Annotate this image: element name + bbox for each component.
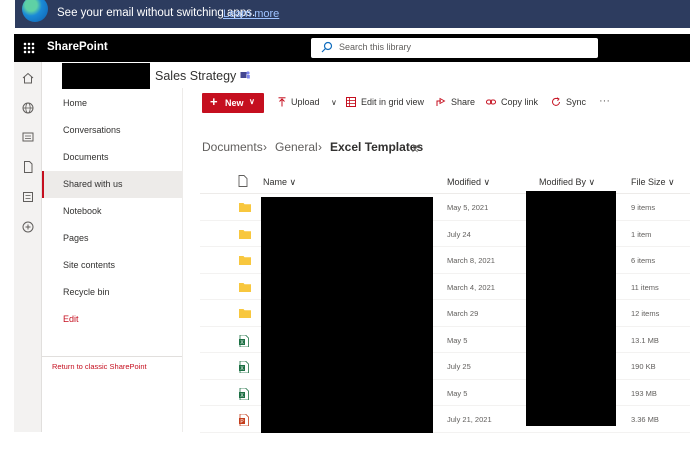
column-header-file-size[interactable]: File Size ∨ — [631, 177, 675, 188]
site-title[interactable]: Sales Strategy — [155, 69, 236, 83]
column-header-name[interactable]: Name ∨ — [263, 177, 296, 188]
link-icon — [486, 99, 496, 105]
file-type-header-icon[interactable] — [238, 175, 248, 187]
size-cell: 11 items — [631, 282, 659, 292]
nav-border — [182, 88, 183, 432]
breadcrumb-chevron-icon: › — [263, 140, 267, 154]
sync-button[interactable]: Sync — [566, 97, 586, 107]
folder-icon — [239, 256, 251, 265]
folder-icon — [239, 282, 251, 292]
search-box[interactable]: Search this library — [311, 38, 598, 58]
modified-cell: July 24 — [447, 229, 471, 239]
news-icon[interactable] — [21, 130, 35, 144]
copy-link-button[interactable]: Copy link — [501, 97, 538, 107]
modified-cell: May 5 — [447, 388, 468, 398]
nav-item-edit[interactable]: Edit — [42, 306, 182, 333]
promo-edge — [0, 0, 15, 28]
nav-divider — [42, 356, 182, 357]
share-button[interactable]: Share — [451, 97, 475, 107]
column-header-modified[interactable]: Modified ∨ — [447, 177, 490, 188]
globe-icon[interactable] — [21, 101, 35, 115]
modified-cell: July 21, 2021 — [447, 415, 492, 424]
modified-cell: March 29 — [447, 309, 479, 318]
search-icon — [321, 41, 333, 53]
size-cell: 9 items — [631, 203, 656, 212]
return-to-classic-link[interactable]: Return to classic SharePoint — [52, 362, 147, 371]
modified-cell: March 4, 2021 — [447, 282, 495, 292]
nav-item-documents[interactable]: Documents — [42, 144, 182, 171]
upload-button[interactable]: Upload — [291, 97, 320, 107]
excel-file-icon: X — [239, 334, 249, 347]
search-placeholder: Search this library — [339, 42, 412, 52]
breadcrumb-chevron-icon: › — [318, 140, 322, 154]
redacted-file-names — [261, 197, 433, 433]
plus-icon: + — [210, 94, 218, 109]
breadcrumb-excel-templates: Excel Templates — [330, 140, 424, 154]
edge-browser-logo — [22, 0, 48, 22]
upload-chevron-icon[interactable]: ∨ — [331, 98, 337, 107]
size-cell: 12 items — [631, 309, 660, 318]
modified-cell: March 8, 2021 — [447, 256, 495, 265]
edit-in-grid-view-button[interactable]: Edit in grid view — [361, 97, 424, 107]
nav-item-conversations[interactable]: Conversations — [42, 117, 182, 144]
share-icon — [436, 97, 446, 106]
modified-cell: May 5, 2021 — [447, 203, 489, 212]
modified-cell: May 5 — [447, 335, 468, 345]
size-cell: 193 MB — [631, 388, 657, 398]
nav-item-notebook[interactable]: Notebook — [42, 198, 182, 225]
column-header-name-label: Name — [263, 177, 288, 187]
shared-people-icon[interactable] — [412, 144, 421, 153]
suite-bar: SharePoint Search this library — [14, 34, 690, 62]
size-cell: 13.1 MB — [631, 335, 659, 345]
lists-icon[interactable] — [21, 190, 35, 204]
teams-icon[interactable] — [240, 70, 250, 80]
column-header-modified-by-label: Modified By — [539, 177, 587, 187]
size-cell: 1 item — [631, 229, 652, 239]
folder-icon — [239, 203, 251, 212]
site-navigation: Home Conversations Documents Shared with… — [42, 88, 182, 356]
modified-cell: July 25 — [447, 362, 471, 371]
redacted-modified-by — [526, 191, 616, 426]
redacted-site-logo — [62, 63, 150, 89]
command-bar: + New ∨ Upload ∨ Edit in grid view Share… — [183, 88, 690, 118]
folder-icon — [239, 229, 251, 239]
new-button-label: New — [225, 98, 244, 108]
breadcrumb-documents[interactable]: Documents — [202, 140, 263, 154]
new-button[interactable]: + New ∨ — [202, 93, 264, 113]
files-icon[interactable] — [21, 160, 35, 174]
column-header-modified-label: Modified — [447, 177, 482, 187]
upload-icon — [278, 97, 286, 107]
excel-file-icon: X — [239, 361, 249, 373]
folder-icon — [239, 309, 251, 318]
grid-view-icon — [346, 97, 356, 107]
breadcrumb-general[interactable]: General — [275, 140, 318, 154]
learn-more-link[interactable]: Learn more — [223, 8, 279, 20]
excel-file-icon: X — [239, 387, 249, 400]
size-cell: 3.36 MB — [631, 415, 659, 424]
more-options-icon[interactable]: ··· — [599, 95, 610, 107]
app-rail — [14, 62, 42, 432]
size-cell: 6 items — [631, 256, 656, 265]
nav-item-home[interactable]: Home — [42, 90, 182, 117]
powerpoint-file-icon: P — [239, 414, 249, 426]
sharepoint-brand[interactable]: SharePoint — [47, 41, 108, 53]
home-icon[interactable] — [21, 71, 35, 85]
nav-item-shared-with-us[interactable]: Shared with us — [42, 171, 182, 198]
nav-item-pages[interactable]: Pages — [42, 225, 182, 252]
nav-item-recycle-bin[interactable]: Recycle bin — [42, 279, 182, 306]
size-cell: 190 KB — [631, 362, 656, 371]
app-launcher-icon[interactable] — [23, 42, 35, 54]
chevron-down-icon: ∨ — [249, 97, 255, 106]
create-icon[interactable] — [21, 220, 35, 234]
column-header-modified-by[interactable]: Modified By ∨ — [539, 177, 595, 188]
column-header-file-size-label: File Size — [631, 177, 666, 187]
nav-item-site-contents[interactable]: Site contents — [42, 252, 182, 279]
sync-icon — [552, 97, 560, 106]
promo-banner: See your email without switching apps. L… — [0, 0, 690, 28]
